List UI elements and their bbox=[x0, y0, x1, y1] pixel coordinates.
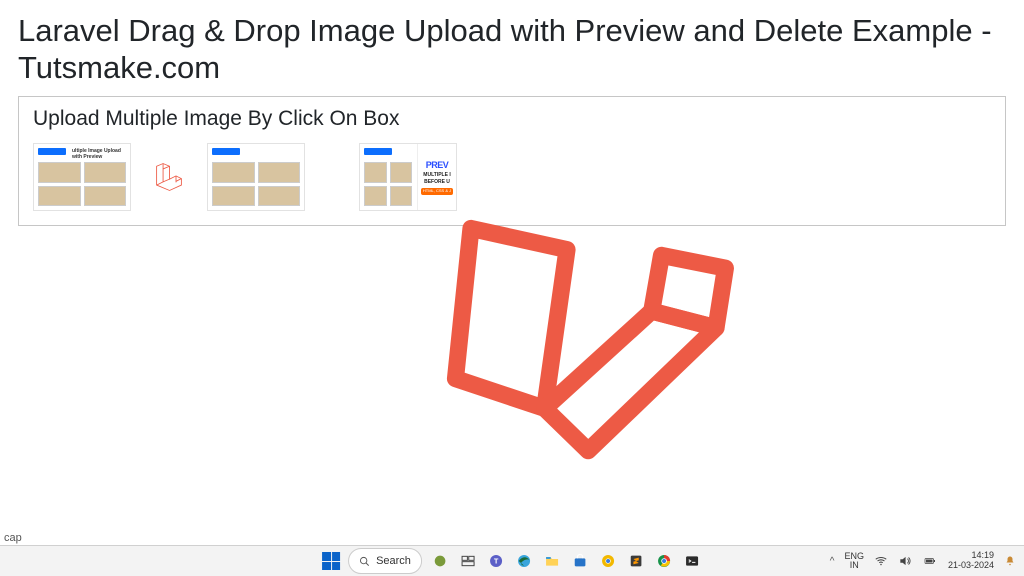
thumb-caption: ultiple Image Upload with Preview bbox=[72, 148, 130, 160]
preview-line: BEFORE U bbox=[424, 179, 450, 185]
start-button[interactable] bbox=[322, 552, 340, 570]
taskbar-clock[interactable]: 14:19 21-03-2024 bbox=[948, 551, 994, 571]
volume-icon[interactable] bbox=[898, 554, 912, 568]
teams-icon[interactable]: T bbox=[486, 551, 506, 571]
explorer-icon[interactable] bbox=[542, 551, 562, 571]
taskbar: Search T ^ ENG IN 14:19 21-03-202 bbox=[0, 545, 1024, 576]
preview-thumb[interactable] bbox=[207, 143, 305, 211]
preview-big-text: PREV bbox=[426, 160, 449, 171]
card-heading: Upload Multiple Image By Click On Box bbox=[33, 107, 991, 131]
battery-icon[interactable] bbox=[922, 555, 938, 567]
chrome-canary-icon[interactable] bbox=[598, 551, 618, 571]
wifi-icon[interactable] bbox=[874, 554, 888, 568]
language-indicator[interactable]: ENG IN bbox=[844, 552, 864, 570]
terminal-icon[interactable] bbox=[682, 551, 702, 571]
preview-tag: HTML, CSS & J bbox=[421, 188, 453, 195]
task-view-icon[interactable] bbox=[458, 551, 478, 571]
preview-thumb[interactable]: ultiple Image Upload with Preview bbox=[33, 143, 131, 211]
upload-dropzone[interactable]: ultiple Image Upload with Preview bbox=[33, 143, 991, 211]
preview-thumb[interactable]: PREV MULTIPLE I BEFORE U HTML, CSS & J bbox=[359, 143, 457, 211]
laravel-logo bbox=[416, 183, 783, 497]
page-title: Laravel Drag & Drop Image Upload with Pr… bbox=[0, 0, 1024, 96]
store-icon[interactable] bbox=[570, 551, 590, 571]
edge-icon[interactable] bbox=[514, 551, 534, 571]
upload-card: Upload Multiple Image By Click On Box ul… bbox=[18, 96, 1006, 226]
notifications-icon[interactable] bbox=[1004, 555, 1016, 567]
chrome-icon[interactable] bbox=[654, 551, 674, 571]
search-icon bbox=[359, 556, 370, 567]
taskbar-app-icon[interactable] bbox=[430, 551, 450, 571]
preview-line: MULTIPLE I bbox=[423, 172, 450, 178]
tray-chevron-icon[interactable]: ^ bbox=[830, 556, 835, 567]
taskbar-search[interactable]: Search bbox=[348, 548, 422, 574]
laravel-icon-small bbox=[155, 163, 183, 191]
sublime-icon[interactable] bbox=[626, 551, 646, 571]
window-caption: cap bbox=[4, 532, 22, 544]
svg-text:T: T bbox=[494, 557, 499, 566]
search-placeholder: Search bbox=[376, 555, 411, 567]
